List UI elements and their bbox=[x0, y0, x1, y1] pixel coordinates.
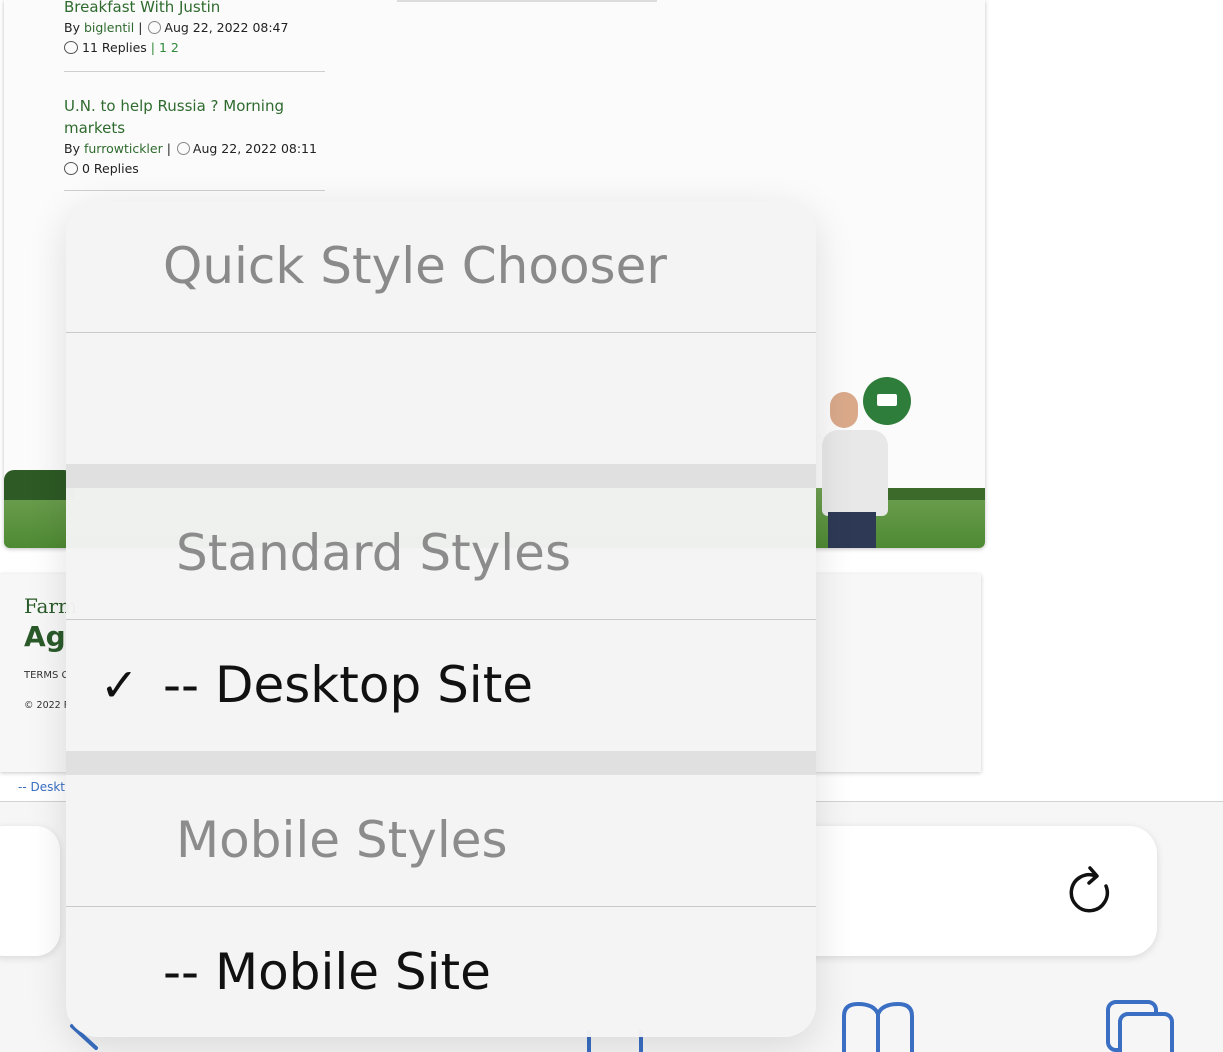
comment-bubble-icon bbox=[64, 41, 78, 54]
tractor-bubble-icon bbox=[863, 377, 911, 425]
footer-logo-secondary[interactable]: Ag bbox=[24, 620, 66, 653]
address-bar[interactable] bbox=[760, 826, 1157, 956]
thread-author[interactable]: furrowtickler bbox=[84, 141, 163, 156]
checkmark-icon: ✓ bbox=[100, 658, 139, 712]
section-heading-standard: Standard Styles bbox=[176, 524, 571, 582]
clock-icon bbox=[176, 142, 190, 155]
thread-replies: 11 Replies bbox=[82, 40, 147, 55]
comment-bubble-icon bbox=[64, 162, 78, 175]
clock-icon bbox=[148, 21, 162, 34]
by-label: By bbox=[64, 20, 80, 35]
farmer-head bbox=[830, 392, 858, 428]
option-desktop-site[interactable]: ✓ -- Desktop Site bbox=[66, 620, 816, 750]
thread-title[interactable]: Breakfast With Justin bbox=[64, 0, 325, 18]
reload-icon[interactable] bbox=[1066, 864, 1114, 918]
by-label: By bbox=[64, 141, 80, 156]
quick-style-chooser-popover: Quick Style Chooser Standard Styles ✓ --… bbox=[66, 201, 816, 1037]
section-gap bbox=[66, 751, 816, 775]
footer-terms-link[interactable]: TERMS C bbox=[24, 670, 69, 681]
thread-pages[interactable]: 1 2 bbox=[159, 40, 179, 55]
style-chooser-link[interactable]: -- Deskt bbox=[18, 780, 65, 794]
thread-meta: By biglentil | Aug 22, 2022 08:47 bbox=[64, 20, 289, 35]
footer-copyright: © 2022 F bbox=[24, 700, 70, 711]
option-label: -- Mobile Site bbox=[163, 943, 491, 1001]
section-gap bbox=[66, 464, 816, 488]
thread-date: Aug 22, 2022 08:11 bbox=[192, 141, 317, 156]
thread-separator bbox=[64, 71, 325, 72]
thread-title[interactable]: U.N. to help Russia ? Morning markets bbox=[64, 95, 325, 139]
trees-graphic bbox=[4, 470, 74, 500]
option-mobile-site[interactable]: -- Mobile Site bbox=[66, 907, 816, 1037]
option-label: -- Desktop Site bbox=[163, 656, 534, 714]
thread-author[interactable]: biglentil bbox=[84, 20, 134, 35]
tabs-icon[interactable] bbox=[1104, 1000, 1176, 1052]
thread-date: Aug 22, 2022 08:47 bbox=[164, 20, 289, 35]
popover-title: Quick Style Chooser bbox=[163, 237, 667, 295]
thread-separator bbox=[64, 190, 325, 191]
trees-graphic bbox=[885, 488, 985, 500]
farmer-pants bbox=[828, 512, 876, 548]
farmer-figure bbox=[822, 430, 888, 516]
thread-meta: By furrowtickler | Aug 22, 2022 08:11 bbox=[64, 141, 317, 156]
section-heading-mobile: Mobile Styles bbox=[176, 811, 508, 869]
tab-group-button[interactable] bbox=[0, 826, 60, 956]
thread-replies: 0 Replies bbox=[82, 161, 139, 176]
divider bbox=[397, 0, 657, 2]
thread-replies-row: 11 Replies | 1 2 bbox=[64, 38, 325, 58]
bookmarks-icon[interactable] bbox=[840, 1000, 916, 1052]
thread-item[interactable]: Breakfast With Justin By biglentil | Aug… bbox=[64, 0, 325, 58]
thread-item[interactable]: U.N. to help Russia ? Morning markets By… bbox=[64, 95, 325, 179]
thread-replies-row: 0 Replies bbox=[64, 159, 325, 179]
divider bbox=[66, 332, 816, 333]
